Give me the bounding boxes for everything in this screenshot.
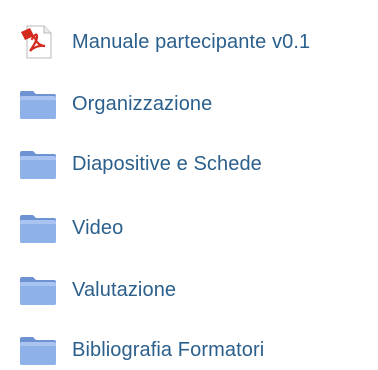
folder-item-diapositive-e-schede[interactable]: Diapositive e Schede — [18, 144, 262, 184]
folder-link-label[interactable]: Organizzazione — [72, 93, 212, 116]
folder-item-video[interactable]: Video — [18, 208, 123, 248]
folder-item-valutazione[interactable]: Valutazione — [18, 270, 176, 310]
folder-link-label[interactable]: Video — [72, 217, 123, 240]
file-item-manuale-partecipante[interactable]: Manuale partecipante v0.1 — [18, 22, 310, 62]
pdf-icon — [21, 25, 52, 59]
file-link-label[interactable]: Manuale partecipante v0.1 — [72, 31, 310, 54]
folder-link-label[interactable]: Bibliografia Formatori — [72, 339, 264, 362]
folder-icon — [20, 91, 56, 119]
folder-icon — [20, 337, 56, 365]
folder-icon — [20, 277, 56, 305]
folder-icon — [20, 215, 56, 243]
folder-icon — [20, 151, 56, 179]
folder-link-label[interactable]: Diapositive e Schede — [72, 153, 262, 176]
folder-item-bibliografia-formatori[interactable]: Bibliografia Formatori — [18, 330, 264, 370]
file-list: Manuale partecipante v0.1 Organizzazione… — [0, 0, 378, 365]
folder-item-organizzazione[interactable]: Organizzazione — [18, 84, 212, 124]
folder-link-label[interactable]: Valutazione — [72, 279, 176, 302]
